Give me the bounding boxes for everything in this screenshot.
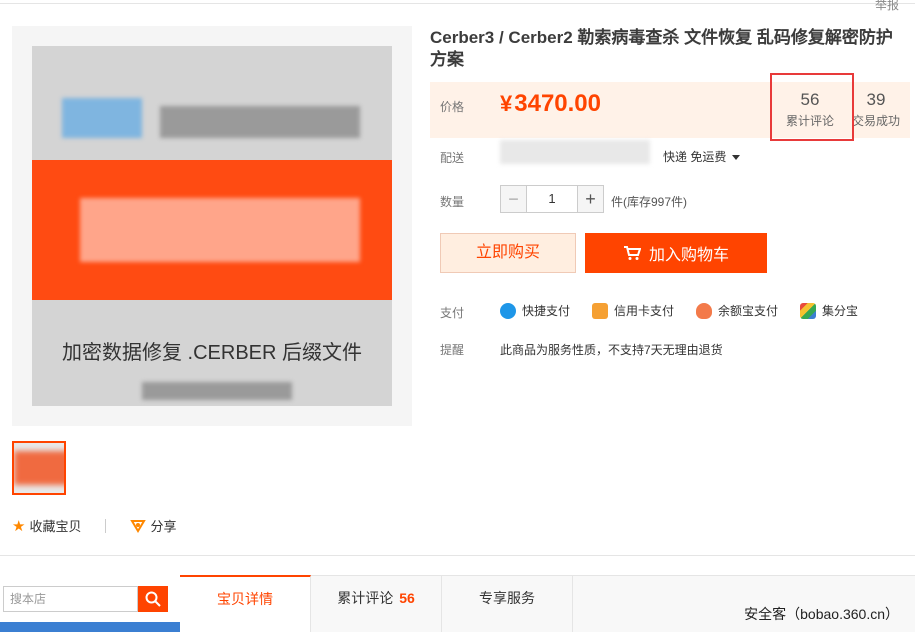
section-divider [0,555,915,556]
store-search-input[interactable]: 搜本店 [3,586,138,612]
product-title: Cerber3 / Cerber2 勒索病毒查杀 文件恢复 乱码修复解密防护方案 [430,28,893,69]
add-to-cart-button[interactable]: 加入购物车 [585,233,767,273]
tab-details[interactable]: 宝贝详情 [180,575,311,632]
tab-services[interactable]: 专享服务 [442,576,573,632]
sales-count: 39 [866,90,886,109]
main-product-image: 加密数据修复 .CERBER 后缀文件 [32,46,392,406]
decrease-quantity-button[interactable]: − [501,186,527,212]
cart-icon [623,246,641,260]
share-button[interactable]: 分享 [130,516,176,535]
buy-now-button[interactable]: 立即购买 [440,233,576,273]
stock-text: 件(库存997件) [611,195,688,209]
quick-pay-icon [500,302,516,319]
search-icon [145,591,161,607]
highlight-box [770,73,854,141]
quantity-stepper: − 1 + [500,185,604,213]
shipping-origin-blurred [500,140,650,164]
store-search-button[interactable] [138,586,168,612]
blurred-footer [142,382,292,400]
share-label: 分享 [150,519,177,534]
jifenbao-icon [800,302,817,319]
credit-card-icon [592,302,609,319]
quantity-label: 数量 [440,195,465,209]
payment-quick: 快捷支付 [500,302,570,319]
favorite-button[interactable]: ★ 收藏宝贝 [12,516,81,535]
payment-yuebao: 余额宝支付 [696,302,778,319]
payment-methods: 快捷支付 信用卡支付 余额宝支付 集分宝 [500,302,858,319]
tab-reviews-count: 56 [399,590,415,606]
favorite-label: 收藏宝贝 [29,519,82,534]
payment-label: 支付 [440,306,465,320]
payment-jifenbao: 集分宝 [800,302,858,319]
notice-text: 此商品为服务性质，不支持7天无理由退货 [500,343,723,357]
tab-reviews[interactable]: 累计评论 56 [311,576,442,632]
increase-quantity-button[interactable]: + [577,186,603,212]
product-page: 举报 加密数据修复 .CERBER 后缀文件 ★ 收藏宝贝 分享 Cerber3… [0,0,915,632]
quantity-input[interactable]: 1 [527,186,577,212]
top-divider [0,0,915,4]
sales-stat: 39 交易成功 [848,90,904,129]
payment-credit-card: 信用卡支付 [592,302,674,319]
price-label: 价格 [440,100,465,114]
actions-separator [105,518,107,533]
share-icon [130,519,147,533]
notice-label: 提醒 [440,343,465,357]
star-icon: ★ [12,517,26,535]
watermark: 安全客（bobao.360.cn） [744,606,899,622]
money-bag-icon [696,302,713,319]
product-actions: ★ 收藏宝贝 分享 [12,516,176,535]
shipping-method-select[interactable]: 快递 免运费 [663,148,741,165]
image-orange-band [32,160,392,300]
blurred-band-text [80,198,360,262]
report-link[interactable]: 举报 [875,0,899,13]
price-value: ¥3470.00 [500,90,602,117]
shipping-label: 配送 [440,151,465,165]
main-image-frame: 加密数据修复 .CERBER 后缀文件 [12,26,412,426]
sales-label: 交易成功 [851,114,900,128]
image-caption: 加密数据修复 .CERBER 后缀文件 [61,342,363,364]
blurred-logo [62,98,142,138]
store-category-header [0,622,180,632]
blurred-heading [160,106,360,138]
add-to-cart-label: 加入购物车 [648,247,729,264]
image-thumbnail[interactable] [12,441,66,495]
chevron-down-icon [732,155,741,161]
